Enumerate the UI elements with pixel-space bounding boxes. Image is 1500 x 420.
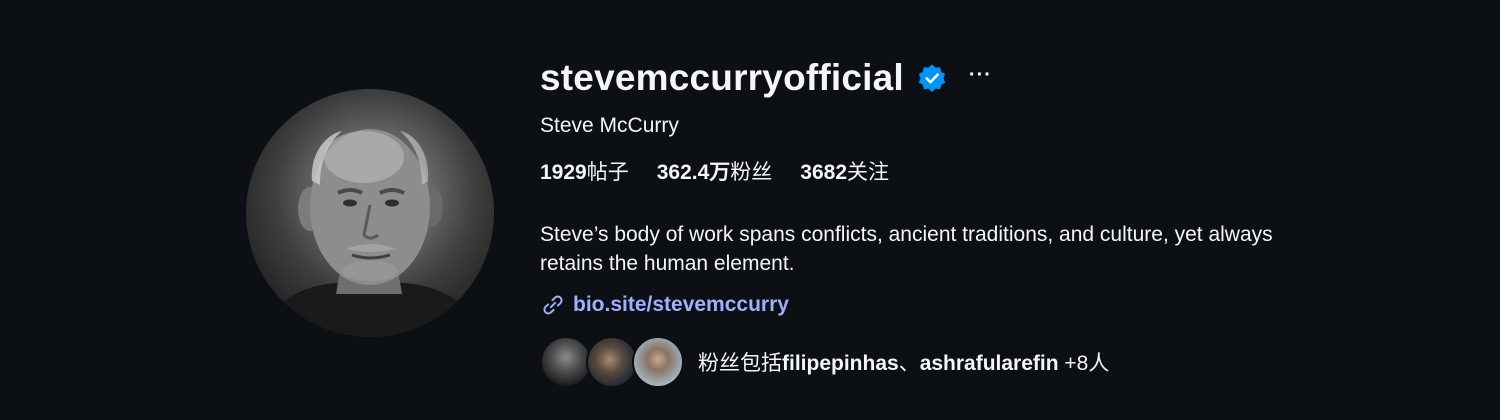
profile-bio: Steve’s body of work spans conflicts, an…: [540, 223, 1273, 275]
followed-by-suffix: +8人: [1058, 352, 1110, 375]
following-stat[interactable]: 3682关注: [800, 156, 889, 186]
profile-link[interactable]: bio.site/stevemccurry: [540, 290, 1440, 320]
more-options-button[interactable]: ···: [969, 64, 992, 87]
follower-avatar: [632, 336, 684, 388]
following-label: 关注: [847, 161, 889, 184]
link-icon: [540, 292, 566, 318]
avatar-portrait: [256, 129, 486, 337]
followed-by-row[interactable]: 粉丝包括filipepinhas、ashrafularefin +8人: [540, 336, 1440, 388]
posts-count: 1929: [540, 161, 587, 184]
followers-label: 粉丝: [730, 161, 773, 184]
profile-avatar[interactable]: [246, 89, 494, 337]
followed-by-user-2[interactable]: ashrafularefin: [920, 352, 1059, 375]
posts-label: 帖子: [586, 161, 629, 184]
profile-stats: 1929帖子 362.4万粉丝 3682关注: [540, 156, 1440, 186]
followed-by-text: 粉丝包括filipepinhas、ashrafularefin +8人: [698, 347, 1109, 377]
verified-badge-icon: [917, 63, 947, 93]
username[interactable]: stevemccurryofficial: [540, 57, 904, 99]
follower-avatar: [540, 336, 592, 388]
followers-stat[interactable]: 362.4万粉丝: [657, 156, 773, 186]
profile-info: stevemccurryofficial ··· Steve McCurry 1…: [540, 56, 1440, 388]
followed-by-separator: 、: [898, 352, 920, 375]
profile-title-row: stevemccurryofficial ···: [540, 56, 1440, 100]
bio-link-text[interactable]: bio.site/stevemccurry: [573, 293, 789, 317]
full-name: Steve McCurry: [540, 114, 679, 137]
followed-by-prefix: 粉丝包括: [698, 352, 782, 375]
posts-stat[interactable]: 1929帖子: [540, 156, 629, 186]
followers-count: 362.4万: [656, 161, 731, 184]
followed-by-user-1[interactable]: filipepinhas: [782, 352, 899, 375]
following-count: 3682: [800, 161, 847, 184]
follower-avatar: [586, 336, 638, 388]
